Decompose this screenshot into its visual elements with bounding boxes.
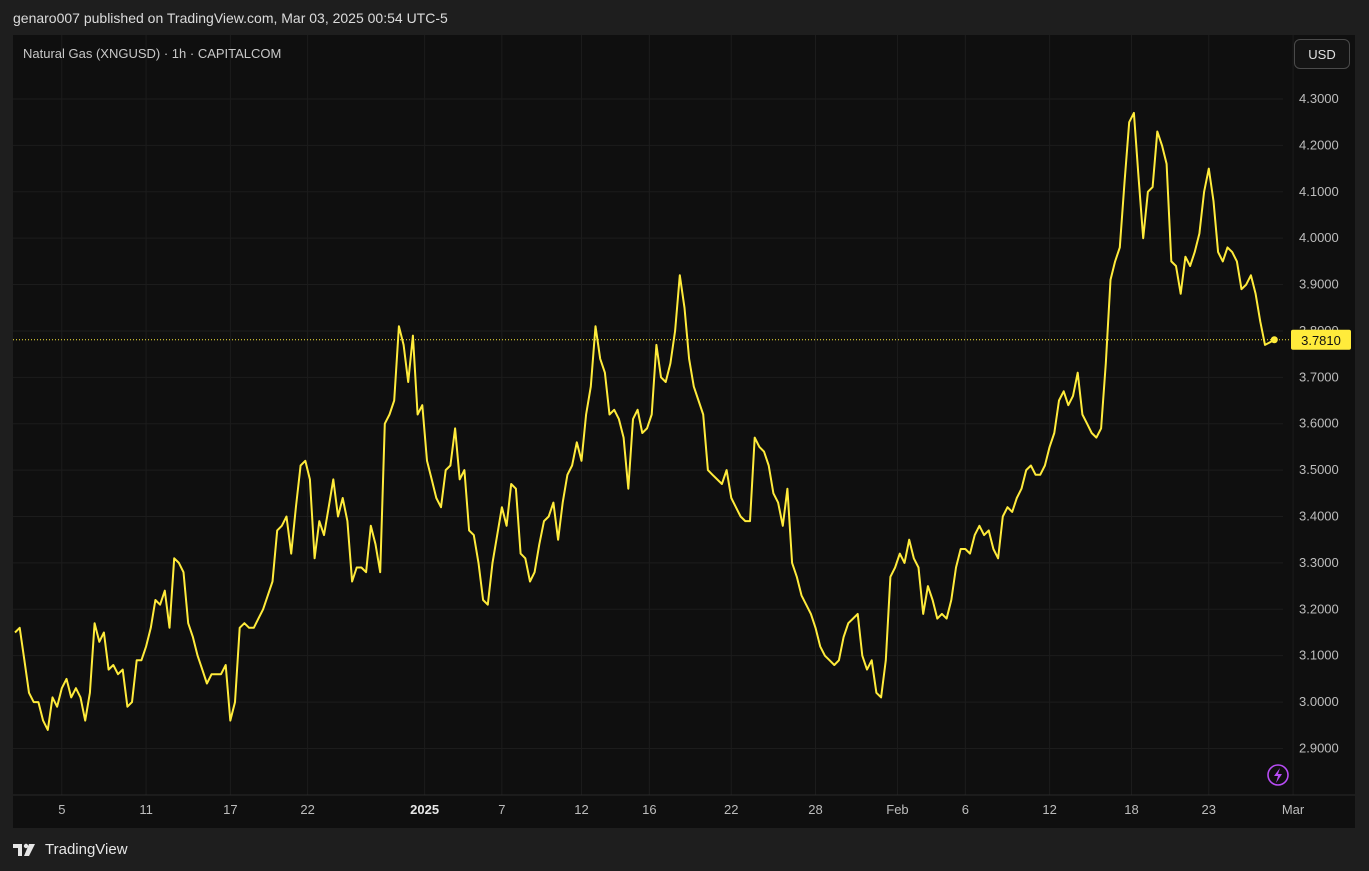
x-tick-label: 23: [1202, 802, 1216, 817]
y-tick-label: 3.4000: [1299, 509, 1339, 524]
tradingview-logo-icon: [13, 843, 35, 856]
x-tick-label: 18: [1124, 802, 1138, 817]
x-tick-label: 7: [498, 802, 505, 817]
x-tick-label: 5: [58, 802, 65, 817]
x-tick-label: Mar: [1282, 802, 1305, 817]
y-tick-label: 3.9000: [1299, 277, 1339, 292]
y-tick-label: 2.9000: [1299, 740, 1339, 755]
chart-panel[interactable]: 2.9000 3.0000 3.1000 3.2000 3.3000 3.4000 3.50…: [13, 35, 1355, 828]
y-tick-label: 4.2000: [1299, 137, 1339, 152]
x-tick-label: Feb: [886, 802, 908, 817]
symbol-label: Natural Gas (XNGUSD) · 1h · CAPITALCOM: [23, 46, 282, 61]
y-tick-label: 4.0000: [1299, 230, 1339, 245]
lightning-icon[interactable]: [1267, 764, 1289, 786]
x-tick-label: 11: [139, 802, 153, 817]
y-tick-label: 3.5000: [1299, 462, 1339, 477]
x-tick-label: 17: [223, 802, 237, 817]
y-tick-label: 3.3000: [1299, 555, 1339, 570]
footer-brand[interactable]: TradingView: [13, 841, 128, 858]
x-tick-label: 22: [300, 802, 314, 817]
price-series-line: [14, 111, 1275, 731]
y-tick-label: 3.0000: [1299, 694, 1339, 709]
currency-button[interactable]: USD: [1294, 39, 1350, 69]
x-tick-label: 2025: [410, 802, 439, 817]
y-tick-label: 3.2000: [1299, 601, 1339, 616]
last-point-marker: [1270, 336, 1278, 344]
y-tick-label: 3.7000: [1299, 369, 1339, 384]
y-tick-label: 3.6000: [1299, 416, 1339, 431]
y-tick-label: 4.3000: [1299, 91, 1339, 106]
y-tick-label: 3.1000: [1299, 648, 1339, 663]
x-tick-label: 22: [724, 802, 738, 817]
x-tick-label: 6: [962, 802, 969, 817]
y-tick-label: 4.1000: [1299, 184, 1339, 199]
x-tick-label: 28: [808, 802, 822, 817]
price-chart[interactable]: 2.9000 3.0000 3.1000 3.2000 3.3000 3.4000 3.50…: [13, 35, 1355, 828]
publisher-header: genaro007 published on TradingView.com, …: [13, 10, 448, 26]
last-price-label: 3.7810: [1301, 333, 1341, 348]
footer-brand-label: TradingView: [45, 841, 128, 858]
x-tick-label: 16: [642, 802, 656, 817]
x-tick-label: 12: [1042, 802, 1056, 817]
x-tick-label: 12: [574, 802, 588, 817]
